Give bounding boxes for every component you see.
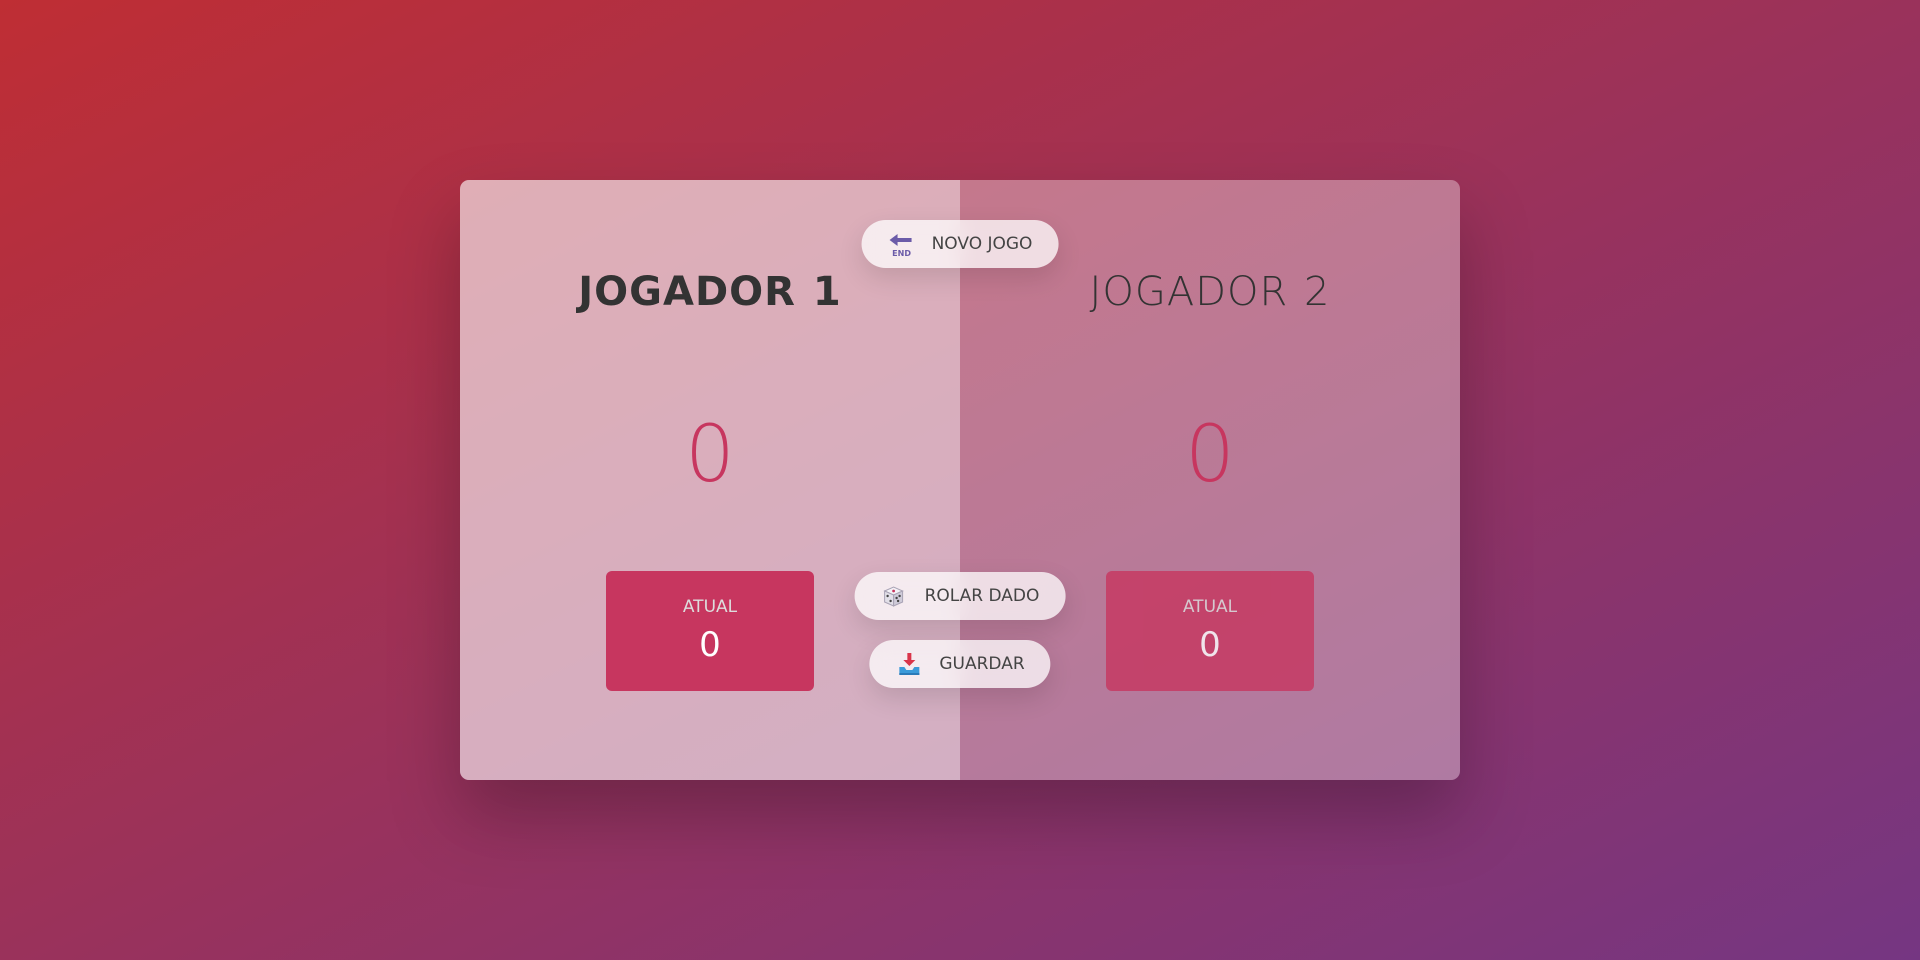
- hold-button[interactable]: GUARDAR: [869, 640, 1051, 688]
- new-game-button[interactable]: END NOVO JOGO: [861, 220, 1059, 268]
- player-1-current-label: ATUAL: [682, 597, 738, 617]
- roll-dice-label: ROLAR DADO: [924, 586, 1040, 606]
- hold-label: GUARDAR: [939, 654, 1025, 674]
- dice-icon: [881, 582, 909, 610]
- player-2-current-label: ATUAL: [1182, 597, 1238, 617]
- player-2-name: JOGADOR 2: [1089, 269, 1331, 315]
- player-2-current-score: 0: [1199, 625, 1221, 665]
- inbox-tray-icon: [895, 650, 923, 678]
- svg-text:END: END: [892, 249, 911, 258]
- player-1-current-score: 0: [699, 625, 721, 665]
- player-2-panel: JOGADOR 2 0 ATUAL 0: [960, 180, 1460, 780]
- end-arrow-icon: END: [888, 230, 916, 258]
- player-1-panel: JOGADOR 1 0 ATUAL 0: [460, 180, 960, 780]
- player-1-name: JOGADOR 1: [578, 269, 842, 315]
- new-game-label: NOVO JOGO: [931, 234, 1033, 254]
- player-2-current-box: ATUAL 0: [1106, 571, 1314, 691]
- player-1-score: 0: [685, 410, 735, 500]
- player-2-score: 0: [1185, 410, 1235, 500]
- game-board: JOGADOR 1 0 ATUAL 0 JOGADOR 2 0 ATUAL 0 …: [460, 180, 1460, 780]
- player-1-current-box: ATUAL 0: [606, 571, 814, 691]
- roll-dice-button[interactable]: ROLAR DADO: [854, 572, 1066, 620]
